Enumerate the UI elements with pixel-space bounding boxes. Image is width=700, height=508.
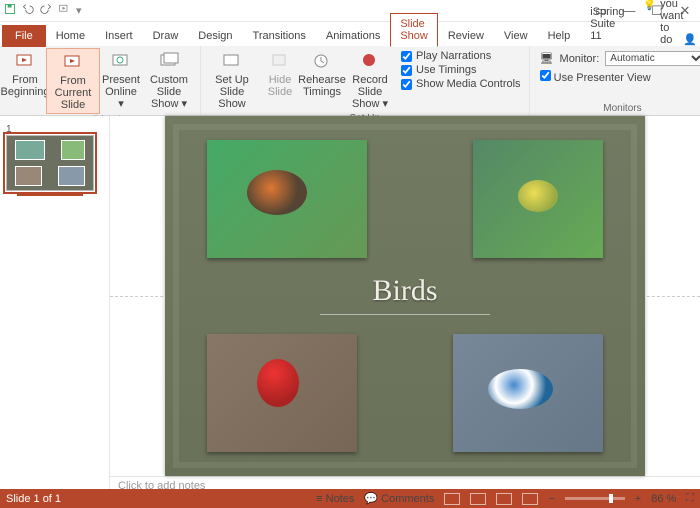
checkbox-icon[interactable] [401,65,412,76]
zoom-in-icon[interactable]: + [635,493,641,505]
image-robin[interactable] [207,140,367,258]
reading-view-icon[interactable] [496,493,512,505]
slide-canvas-area: Birds Click to add notes [110,116,700,491]
zoom-out-icon[interactable]: − [548,493,554,505]
tab-animations[interactable]: Animations [316,25,390,47]
normal-view-icon[interactable] [444,493,460,505]
share-icon: 👤 [683,33,697,46]
tab-draw[interactable]: Draw [143,25,189,47]
hide-slide-button[interactable]: Hide Slide [259,48,301,100]
play-narrations-check[interactable]: Play Narrations [401,50,521,62]
tab-home[interactable]: Home [46,25,95,47]
group-setup: Set Up Slide Show Hide Slide Rehearse Ti… [201,46,530,115]
ribbon: From Beginning From Current Slide Presen… [0,46,700,116]
use-timings-check[interactable]: Use Timings [401,64,521,76]
checkbox-icon[interactable] [401,51,412,62]
tab-help[interactable]: Help [538,25,581,47]
from-beginning-button[interactable]: From Beginning [4,48,46,100]
tab-slideshow[interactable]: Slide Show [390,13,438,47]
undo-icon[interactable] [22,3,34,18]
tab-transitions[interactable]: Transitions [243,25,316,47]
comments-toggle[interactable]: 💬 Comments [364,492,434,505]
presenter-view-check[interactable]: Use Presenter View [540,70,700,84]
tab-insert[interactable]: Insert [95,25,143,47]
rehearse-timings-button[interactable]: Rehearse Timings [301,48,343,100]
thumb-number: 1 [6,124,12,135]
tab-design[interactable]: Design [188,25,242,47]
tell-me-search[interactable]: 💡Tell me what you want to do [642,0,683,46]
slideshow-view-icon[interactable] [522,493,538,505]
record-slideshow-button[interactable]: Record Slide Show ▾ [343,48,397,112]
tab-view[interactable]: View [494,25,538,47]
image-yellow-bird[interactable] [473,140,603,258]
group-start-slideshow: From Beginning From Current Slide Presen… [0,46,201,115]
ribbon-tabs: File Home Insert Draw Design Transitions… [0,22,700,46]
notes-toggle[interactable]: ≡ Notes [316,493,354,505]
setup-slideshow-button[interactable]: Set Up Slide Show [205,48,259,112]
sorter-view-icon[interactable] [470,493,486,505]
checkbox-icon[interactable] [401,79,412,90]
status-bar: Slide 1 of 1 ≡ Notes 💬 Comments − + 86 %… [0,489,700,508]
monitor-icon: 🖥 [540,52,554,65]
slide-thumbnail-1[interactable] [6,135,94,191]
slide[interactable]: Birds [165,116,645,476]
image-cardinal[interactable] [207,334,357,452]
slide-counter: Slide 1 of 1 [6,493,61,505]
workspace: 1 Birds Click to add notes [0,116,700,491]
slide-thumbnails-panel: 1 [0,116,110,491]
quick-access-toolbar: ▾ [4,3,82,18]
redo-icon[interactable] [40,3,52,18]
tab-review[interactable]: Review [438,25,494,47]
group-label: Monitors [534,102,700,115]
share-button[interactable]: 👤Share [683,33,700,46]
qat-more-icon[interactable]: ▾ [76,4,82,17]
image-bluejay[interactable] [453,334,603,452]
from-current-slide-button[interactable]: From Current Slide [46,48,100,114]
zoom-slider[interactable] [565,497,625,500]
zoom-level[interactable]: 86 % [651,493,676,505]
show-media-check[interactable]: Show Media Controls [401,78,521,90]
tab-file[interactable]: File [2,25,46,47]
slide-title[interactable]: Birds [165,274,645,315]
custom-slideshow-button[interactable]: Custom Slide Show ▾ [142,48,196,112]
bulb-icon: 💡 [642,0,656,11]
tab-ispring[interactable]: iSpring Suite 11 [580,1,634,47]
save-icon[interactable] [4,3,16,18]
present-online-button[interactable]: Present Online ▾ [100,48,142,112]
group-monitors: 🖥Monitor:Automatic Use Presenter View Mo… [530,46,700,115]
start-icon[interactable] [58,3,70,18]
checkbox-icon[interactable] [540,70,551,81]
monitor-select[interactable]: Automatic [605,51,700,66]
fit-window-icon[interactable]: ⛶ [686,492,694,505]
